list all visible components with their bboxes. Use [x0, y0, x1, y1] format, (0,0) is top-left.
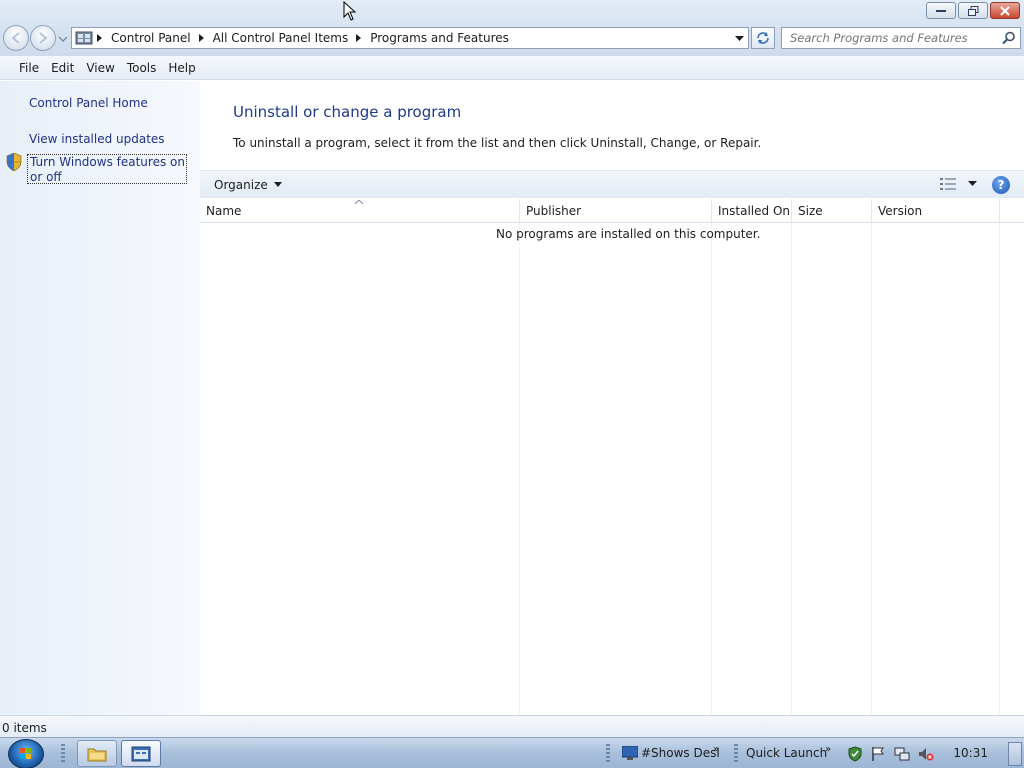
organize-label: Organize [214, 177, 268, 192]
item-count: 0 items [2, 721, 47, 735]
menu-edit[interactable]: Edit [46, 61, 79, 75]
breadcrumb-programs-features[interactable]: Programs and Features [366, 31, 513, 45]
window-title-bar: Control Panel All Control Panel Items Pr… [0, 0, 1024, 56]
minimize-button[interactable] [926, 2, 956, 19]
column-headers: Name Publisher Installed On Size Version [200, 199, 1024, 223]
toolbar-overflow-icon[interactable]: » [713, 734, 719, 765]
breadcrumb-all-items[interactable]: All Control Panel Items [209, 31, 353, 45]
forward-button[interactable] [30, 25, 56, 51]
control-panel-icon [75, 31, 93, 45]
help-icon[interactable]: ? [992, 176, 1010, 194]
page-title: Uninstall or change a program [233, 103, 462, 121]
address-bar[interactable]: Control Panel All Control Panel Items Pr… [71, 27, 749, 49]
column-header-version[interactable]: Version [872, 199, 1000, 223]
quick-launch-label[interactable]: Quick Launch [746, 738, 827, 768]
quick-launch-overflow-icon[interactable]: » [825, 734, 831, 765]
window-controls [926, 2, 1020, 19]
menu-bar: File Edit View Tools Help [0, 56, 1024, 80]
windows-features-link[interactable]: Turn Windows features on or off [27, 154, 187, 184]
back-button[interactable] [3, 25, 29, 51]
search-box[interactable] [781, 27, 1021, 49]
restore-icon [967, 5, 978, 16]
uac-shield-icon [6, 153, 22, 171]
search-icon[interactable] [1002, 31, 1016, 45]
windows-logo-icon [20, 748, 31, 759]
close-icon [1000, 5, 1010, 16]
action-center-flag-icon[interactable] [870, 746, 886, 762]
back-arrow-icon [11, 32, 20, 44]
column-divider [791, 223, 792, 715]
folder-icon [87, 748, 107, 761]
column-divider [519, 223, 520, 715]
sort-ascending-icon [355, 200, 363, 205]
column-divider [999, 223, 1000, 715]
view-dropdown-icon[interactable] [968, 181, 977, 187]
details-view-icon[interactable] [940, 178, 956, 190]
control-panel-window-icon [131, 746, 151, 761]
column-header-size[interactable]: Size [792, 199, 872, 223]
menu-view[interactable]: View [81, 61, 119, 75]
taskbar-control-panel-button[interactable] [121, 740, 161, 767]
security-shield-tray-icon[interactable] [847, 746, 863, 762]
volume-muted-icon[interactable] [918, 746, 934, 762]
column-header-name[interactable]: Name [200, 199, 520, 223]
column-header-installed-on[interactable]: Installed On [712, 199, 792, 223]
search-input[interactable] [782, 31, 992, 45]
column-name-label: Name [206, 204, 242, 218]
restore-button[interactable] [958, 2, 988, 19]
tasks-pane: Control Panel Home View installed update… [0, 81, 200, 715]
taskbar-grip[interactable] [734, 744, 738, 764]
breadcrumb-arrow-icon[interactable] [352, 34, 366, 42]
main-content: Uninstall or change a program To uninsta… [200, 81, 1024, 715]
chevron-down-icon [273, 181, 282, 187]
show-desktop-icon[interactable] [622, 746, 638, 760]
peek-desktop-button[interactable] [1008, 742, 1022, 766]
close-button[interactable] [990, 2, 1020, 19]
empty-list-message: No programs are installed on this comput… [496, 227, 761, 241]
taskbar-grip[interactable] [61, 744, 65, 764]
taskbar-explorer-button[interactable] [77, 740, 117, 767]
view-installed-updates-link[interactable]: View installed updates [29, 132, 165, 146]
column-divider [711, 223, 712, 715]
address-dropdown-icon[interactable] [735, 34, 744, 43]
mouse-cursor-icon [343, 1, 357, 21]
organize-button[interactable]: Organize [214, 178, 282, 192]
breadcrumb-control-panel[interactable]: Control Panel [107, 31, 195, 45]
column-divider [871, 223, 872, 715]
menu-file[interactable]: File [14, 61, 44, 75]
control-panel-home-link[interactable]: Control Panel Home [29, 96, 148, 110]
menu-help[interactable]: Help [163, 61, 200, 75]
forward-arrow-icon [39, 32, 48, 44]
status-bar: 0 items [0, 715, 1024, 737]
network-icon[interactable] [894, 746, 910, 762]
breadcrumb-arrow-icon[interactable] [195, 34, 209, 42]
menu-tools[interactable]: Tools [122, 61, 162, 75]
taskbar: #Shows Desl » Quick Launch » 10:31 [0, 737, 1024, 768]
start-button[interactable] [8, 739, 44, 768]
taskbar-clock[interactable]: 10:31 [953, 738, 988, 768]
show-desktop-label[interactable]: #Shows Desl [641, 738, 720, 768]
minimize-icon [936, 9, 946, 12]
command-bar: Organize ? [200, 170, 1024, 198]
recent-pages-chevron-icon[interactable] [59, 35, 67, 43]
taskbar-grip[interactable] [606, 744, 610, 764]
breadcrumb-arrow-icon[interactable] [93, 34, 107, 42]
column-header-publisher[interactable]: Publisher [520, 199, 712, 223]
view-options[interactable] [940, 178, 977, 190]
page-description: To uninstall a program, select it from t… [233, 136, 762, 150]
refresh-button[interactable] [751, 27, 775, 49]
refresh-icon [757, 32, 769, 44]
